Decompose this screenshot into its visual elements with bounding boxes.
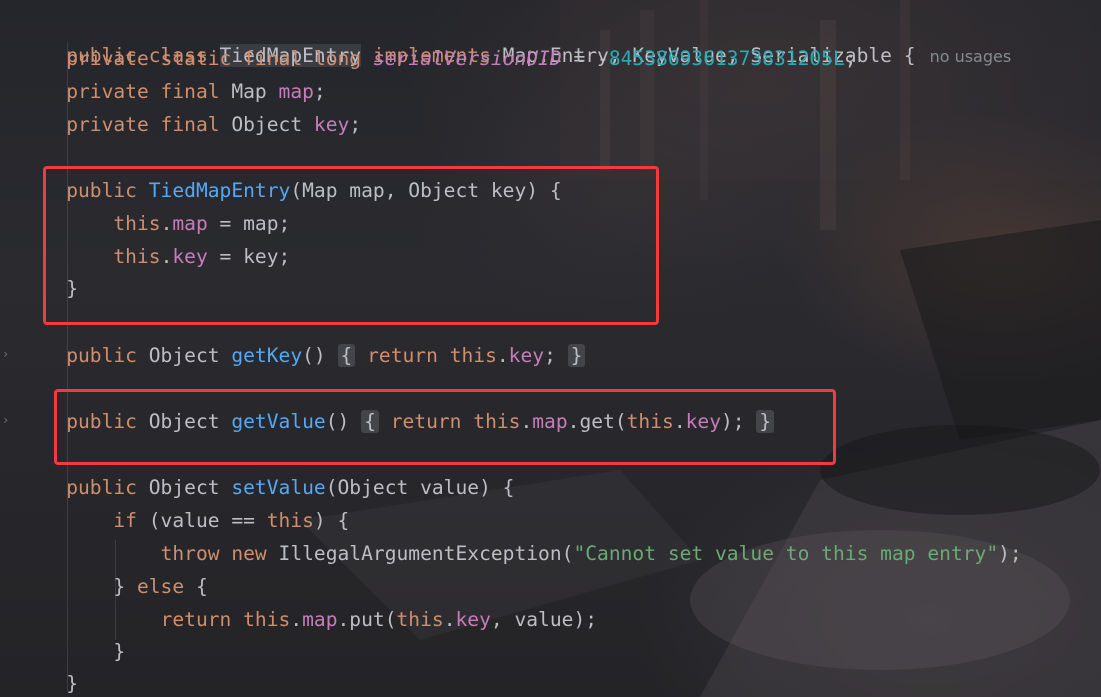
folded-close-brace[interactable]: } [567, 344, 586, 367]
call-end: , value); [490, 608, 598, 631]
if-condition-end: ) { [313, 509, 350, 532]
field-name: key [313, 113, 350, 136]
open-brace: { [195, 575, 208, 598]
semicolon: ; [349, 113, 362, 136]
keyword-this: this [243, 608, 291, 631]
field-modifiers: private final [66, 80, 220, 103]
close-brace: } [113, 640, 126, 663]
class-declaration-line[interactable]: public class TiedMapEntry implements Map… [19, 11, 1011, 67]
keyword-if: if [113, 509, 137, 532]
return-type: Object [148, 344, 220, 367]
open-brace: { [903, 44, 916, 67]
usages-hint[interactable]: no usages [930, 47, 1012, 66]
field-reference: key [508, 344, 545, 367]
assign-operator: = - [561, 47, 609, 70]
throw-statement-line[interactable]: throw new IllegalArgumentException("Cann… [19, 539, 1022, 569]
method-params: (Object value) { [325, 476, 515, 499]
return-type: Object [148, 476, 220, 499]
number-literal: 8453869361373831205L [608, 47, 845, 70]
field-key-line[interactable]: private final Object key; [19, 110, 361, 140]
keyword-return: return [367, 344, 438, 367]
else-line[interactable]: } else { [19, 572, 208, 602]
field-map-line[interactable]: private final Map map; [19, 77, 326, 107]
exception-constructor: IllegalArgumentException( [278, 542, 574, 565]
semicolon: ; [544, 344, 556, 367]
parens: () [302, 344, 326, 367]
method-close-line[interactable]: } [19, 669, 78, 697]
field-reference: key [455, 608, 491, 631]
folded-open-brace[interactable]: { [337, 344, 356, 367]
keyword-this: this [449, 344, 497, 367]
keyword-throw: throw [160, 542, 220, 565]
keyword-public: public [66, 476, 137, 499]
field-type: Object [231, 113, 303, 136]
if-statement-line[interactable]: if (value == this) { [19, 506, 349, 536]
semicolon: ; [844, 47, 857, 70]
close-brace: } [113, 575, 126, 598]
fold-chevron-icon[interactable]: › [2, 348, 10, 360]
highlight-box-constructor [43, 166, 659, 325]
if-condition-start: (value == [136, 509, 267, 532]
keyword-this: this [266, 509, 314, 532]
field-name: map [278, 80, 314, 103]
field-modifiers: private static final long [66, 47, 362, 70]
call-end: ); [998, 542, 1022, 565]
method-name[interactable]: getKey [231, 344, 302, 367]
keyword-this: this [396, 608, 444, 631]
keyword-new: new [231, 542, 267, 565]
field-reference: map [302, 608, 338, 631]
else-close-line[interactable]: } [19, 637, 125, 667]
getkey-method-line[interactable]: public Object getKey() { return this.key… [19, 341, 586, 371]
keyword-public: public [66, 344, 137, 367]
return-put-line[interactable]: return this.map.put(this.key, value); [19, 605, 597, 635]
close-brace: } [66, 672, 78, 695]
keyword-else: else [136, 575, 185, 598]
field-name: serialVersionUID [372, 47, 562, 70]
field-modifiers: private final [66, 113, 220, 136]
highlight-box-getvalue [54, 389, 836, 465]
fold-chevron-icon[interactable]: › [2, 414, 10, 426]
setvalue-signature-line[interactable]: public Object setValue(Object value) { [19, 473, 514, 503]
method-call: .put( [337, 608, 397, 631]
field-type: Map [231, 80, 267, 103]
keyword-return: return [160, 608, 232, 631]
method-name[interactable]: setValue [231, 476, 325, 499]
string-literal: "Cannot set value to this map entry" [573, 542, 999, 565]
field-serialversionuid-line[interactable]: private static final long serialVersionU… [19, 44, 857, 74]
code-editor[interactable]: public class TiedMapEntry implements Map… [0, 0, 1101, 697]
semicolon: ; [313, 80, 326, 103]
